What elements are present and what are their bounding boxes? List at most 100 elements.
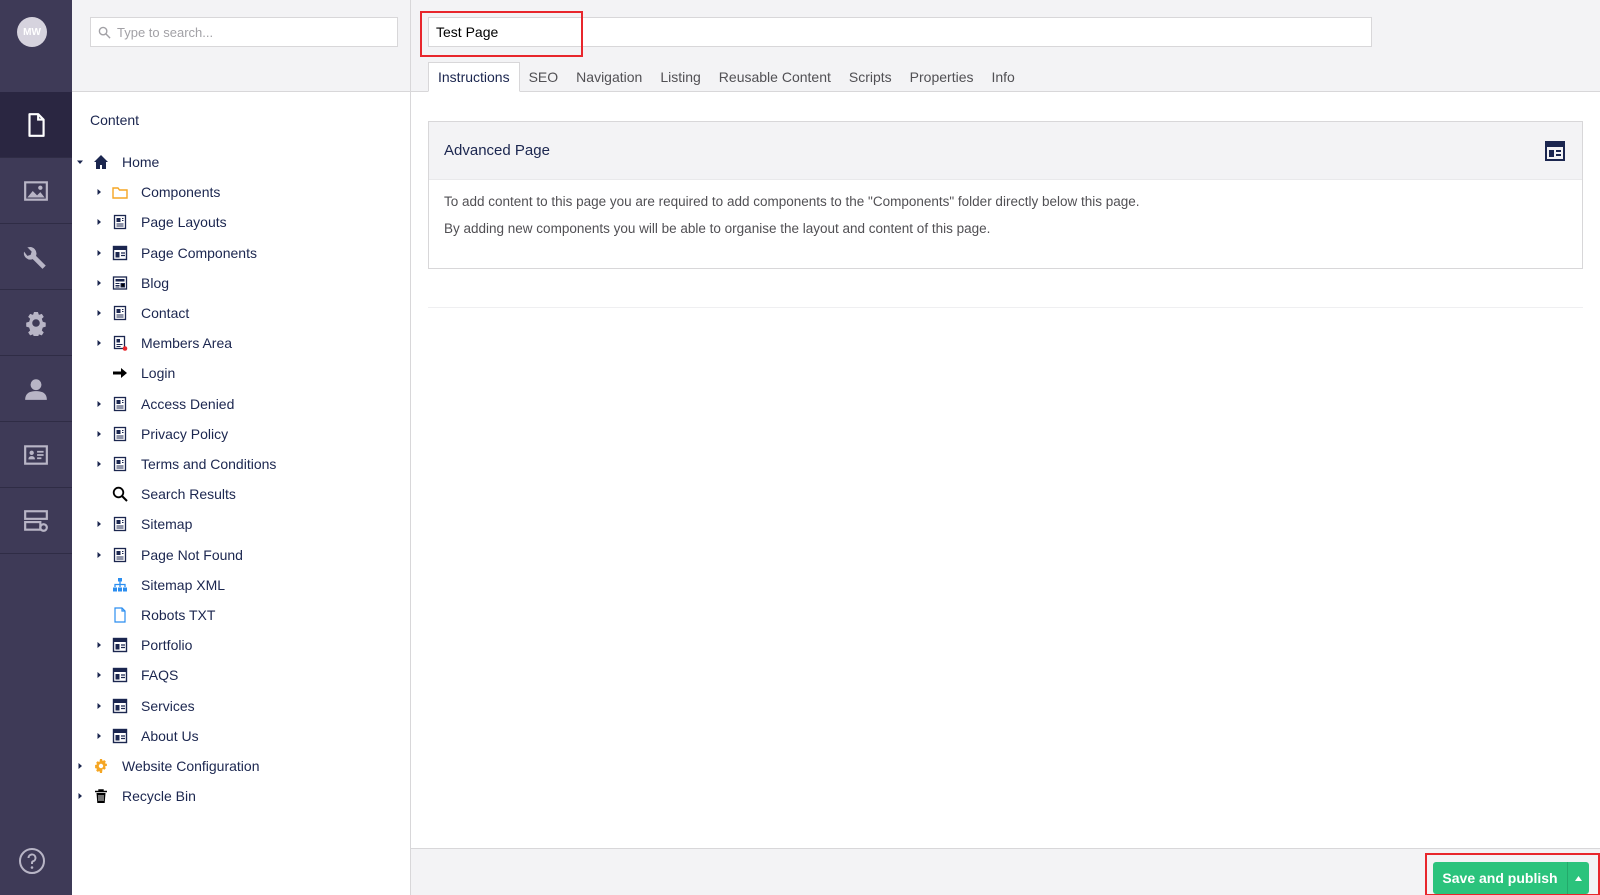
section-members[interactable] [0, 422, 72, 488]
tree-search-box[interactable] [90, 17, 398, 47]
publish-highlight [1425, 853, 1600, 895]
section-forms[interactable] [0, 488, 72, 554]
tree-node-toggle[interactable] [95, 309, 103, 317]
tree-node-toggle[interactable] [76, 792, 84, 800]
gear-icon [26, 311, 46, 336]
tree-node-label: Website Configuration [122, 758, 260, 774]
tree-node-label: Page Components [141, 244, 257, 261]
tab-listing[interactable]: Listing [651, 62, 709, 92]
panel-line-1: To add content to this page you are requ… [444, 194, 1140, 209]
editor-tabs: Instructions SEO Navigation Listing Reusable… [428, 62, 1024, 92]
tab-reusable-content[interactable]: Reusable Content [710, 62, 840, 92]
tree-node-toggle [95, 369, 103, 377]
tab-navigation[interactable]: Navigation [567, 62, 651, 92]
tree-node-sitemap-xml[interactable]: Sitemap XML [95, 570, 225, 600]
tree-node-blog[interactable]: Blog [95, 268, 169, 298]
tree-node-label: Services [141, 697, 195, 714]
tree-node-toggle[interactable] [95, 400, 103, 408]
tab-instructions[interactable]: Instructions [428, 62, 520, 92]
search-icon [111, 485, 129, 503]
caret-right-icon [97, 732, 101, 739]
tree-node-terms-and-conditions[interactable]: Terms and Conditions [95, 449, 276, 479]
tree-node-toggle[interactable] [95, 732, 103, 740]
tree-node-toggle[interactable] [95, 641, 103, 649]
tree-node-components[interactable]: Components [95, 177, 220, 207]
editor-footer: Save and publish [411, 848, 1600, 895]
layout-icon [111, 697, 129, 715]
tree-node-privacy-policy[interactable]: Privacy Policy [95, 419, 228, 449]
server-icon [24, 509, 48, 532]
tree-node-members-area[interactable]: Members Area [95, 328, 232, 358]
tree-node-toggle [95, 611, 103, 619]
tree-node-toggle[interactable] [95, 339, 103, 347]
tree-node-about-us[interactable]: About Us [95, 721, 199, 751]
tree-node-toggle[interactable] [95, 249, 103, 257]
tree-node-page-layouts[interactable]: Page Layouts [95, 207, 227, 237]
section-users[interactable] [0, 356, 72, 422]
tree-node-label: Home [122, 154, 160, 170]
tree-node-portfolio[interactable]: Portfolio [95, 630, 192, 660]
section-content[interactable] [0, 92, 72, 158]
tree-node-recycle-bin[interactable]: Recycle Bin [76, 781, 196, 811]
tree-node-robots-txt[interactable]: Robots TXT [95, 600, 215, 630]
arrow-right-icon [111, 364, 129, 382]
tree-node-toggle[interactable] [76, 762, 84, 770]
tree-node-toggle[interactable] [95, 218, 103, 226]
tree-node-label: Components [141, 184, 221, 201]
tree-node-login[interactable]: Login [95, 358, 175, 388]
panel-body: To add content to this page you are requ… [429, 180, 1582, 262]
tree-node-toggle[interactable] [95, 671, 103, 679]
sitemap-icon [111, 576, 129, 594]
tree-node-toggle[interactable] [95, 430, 103, 438]
tab-scripts[interactable]: Scripts [840, 62, 901, 92]
caret-right-icon [97, 219, 101, 226]
tree-node-search-results[interactable]: Search Results [95, 479, 236, 509]
tab-properties[interactable]: Properties [901, 62, 983, 92]
tree-node-contact[interactable]: Contact [95, 298, 189, 328]
user-icon [25, 378, 47, 400]
tree-node-toggle[interactable] [95, 279, 103, 287]
panel-line-2: By adding new components you will be abl… [444, 221, 991, 236]
wrench-icon [23, 246, 46, 269]
tree-node-home[interactable]: Home [76, 147, 159, 177]
tree-title: Content [90, 112, 140, 128]
caret-right-icon [97, 279, 101, 286]
tab-seo[interactable]: SEO [520, 62, 568, 92]
tree-node-services[interactable]: Services [95, 691, 195, 721]
tree-node-toggle[interactable] [95, 520, 103, 528]
tree-node-access-denied[interactable]: Access Denied [95, 389, 234, 419]
tree-node-toggle[interactable] [95, 702, 103, 710]
page-icon [111, 304, 129, 322]
user-avatar[interactable]: MW [17, 17, 47, 47]
tree-node-website-configuration[interactable]: Website Configuration [76, 751, 259, 781]
caret-right-icon [97, 310, 101, 316]
tree-node-faqs[interactable]: FAQS [95, 660, 178, 690]
tree-node-label: Login [141, 365, 176, 382]
tree-node-label: Page Layouts [141, 214, 227, 231]
tree-node-toggle [95, 490, 103, 498]
tree-node-label: FAQS [141, 667, 179, 684]
help-icon[interactable] [18, 847, 46, 875]
tab-info[interactable]: Info [982, 62, 1023, 92]
tree-node-toggle[interactable] [95, 460, 103, 468]
section-media[interactable] [0, 158, 72, 224]
tree-node-page-components[interactable]: Page Components [95, 238, 257, 268]
tree-node-label: Robots TXT [141, 607, 216, 623]
instructions-panel: Advanced Page To add content to this pag… [428, 121, 1583, 269]
section-settings[interactable] [0, 224, 72, 290]
layout-icon [111, 727, 129, 745]
tree-node-label: About Us [141, 727, 199, 744]
layout-icon [111, 244, 129, 262]
caret-right-icon [78, 763, 82, 769]
editor-header: InstructionsSEONavigationListingReusable… [411, 0, 1600, 92]
page-icon [111, 425, 129, 443]
tree-node-toggle[interactable] [95, 551, 103, 559]
page-icon [111, 213, 129, 231]
tree-node-sitemap[interactable]: Sitemap [95, 509, 192, 539]
tree-node-page-not-found[interactable]: Page Not Found [95, 540, 243, 570]
tree-search-input[interactable] [117, 24, 387, 40]
caret-right-icon [97, 461, 101, 467]
section-packages[interactable] [0, 290, 72, 356]
tree-node-toggle[interactable] [76, 158, 84, 166]
tree-node-toggle[interactable] [95, 188, 103, 196]
